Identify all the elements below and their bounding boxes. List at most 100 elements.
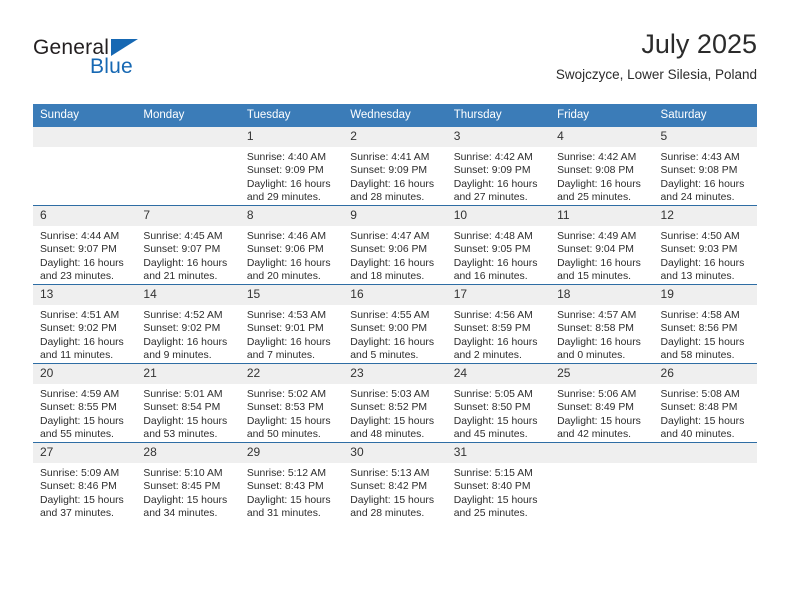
- day-cell[interactable]: 26 Sunrise: 5:08 AM Sunset: 8:48 PM Dayl…: [653, 363, 757, 443]
- sunrise-line: Sunrise: 4:44 AM: [40, 231, 120, 242]
- day-cell[interactable]: 2 Sunrise: 4:41 AM Sunset: 9:09 PM Dayli…: [343, 127, 447, 206]
- sunset-line: Sunset: 9:02 PM: [40, 323, 117, 335]
- daylight-line: Daylight: 16 hours and 9 minutes.: [143, 336, 228, 362]
- sunset-line: Sunset: 8:52 PM: [350, 402, 428, 414]
- daylight-line: Daylight: 15 hours and 40 minutes.: [660, 415, 745, 441]
- sunrise-line: Sunrise: 5:03 AM: [350, 389, 430, 400]
- day-details: Sunrise: 4:49 AM Sunset: 9:04 PM Dayligh…: [550, 226, 653, 284]
- daylight-line: Daylight: 15 hours and 58 minutes.: [660, 336, 745, 362]
- day-cell[interactable]: 24 Sunrise: 5:05 AM Sunset: 8:50 PM Dayl…: [446, 363, 551, 443]
- day-cell[interactable]: 9 Sunrise: 4:47 AM Sunset: 9:06 PM Dayli…: [343, 205, 447, 285]
- day-number: 12: [653, 206, 757, 226]
- day-cell[interactable]: 1 Sunrise: 4:40 AM Sunset: 9:09 PM Dayli…: [239, 127, 344, 206]
- day-cell[interactable]: 12 Sunrise: 4:50 AM Sunset: 9:03 PM Dayl…: [653, 205, 757, 285]
- day-cell[interactable]: 18 Sunrise: 4:57 AM Sunset: 8:58 PM Dayl…: [550, 284, 654, 364]
- day-cell[interactable]: 16 Sunrise: 4:55 AM Sunset: 9:00 PM Dayl…: [343, 284, 447, 364]
- sunrise-line: Sunrise: 4:52 AM: [143, 310, 223, 321]
- day-cell[interactable]: 22 Sunrise: 5:02 AM Sunset: 8:53 PM Dayl…: [239, 363, 344, 443]
- sunset-line: Sunset: 8:55 PM: [40, 402, 117, 414]
- day-number: 11: [550, 206, 654, 226]
- day-cell[interactable]: [550, 442, 654, 521]
- day-cell[interactable]: 11 Sunrise: 4:49 AM Sunset: 9:04 PM Dayl…: [550, 205, 654, 285]
- day-cell[interactable]: 23 Sunrise: 5:03 AM Sunset: 8:52 PM Dayl…: [343, 363, 447, 443]
- day-cell[interactable]: 20 Sunrise: 4:59 AM Sunset: 8:55 PM Dayl…: [33, 363, 137, 443]
- day-cell[interactable]: 4 Sunrise: 4:42 AM Sunset: 9:08 PM Dayli…: [550, 127, 654, 206]
- day-cell[interactable]: 7 Sunrise: 4:45 AM Sunset: 9:07 PM Dayli…: [136, 205, 240, 285]
- sunrise-line: Sunrise: 5:08 AM: [660, 389, 740, 400]
- day-cell[interactable]: 15 Sunrise: 4:53 AM Sunset: 9:01 PM Dayl…: [239, 284, 344, 364]
- sunset-line: Sunset: 8:54 PM: [143, 402, 221, 414]
- daylight-line: Daylight: 15 hours and 48 minutes.: [350, 415, 435, 441]
- weekday-header-sunday: Sunday: [33, 104, 137, 127]
- day-number: 27: [33, 443, 137, 463]
- weekday-header-tuesday: Tuesday: [239, 104, 344, 127]
- day-cell[interactable]: 13 Sunrise: 4:51 AM Sunset: 9:02 PM Dayl…: [33, 284, 137, 364]
- daylight-line: Daylight: 15 hours and 55 minutes.: [40, 415, 124, 441]
- daylight-line: Daylight: 16 hours and 27 minutes.: [453, 178, 538, 204]
- day-details: Sunrise: 4:43 AM Sunset: 9:08 PM Dayligh…: [654, 147, 757, 205]
- day-cell[interactable]: 6 Sunrise: 4:44 AM Sunset: 9:07 PM Dayli…: [33, 205, 137, 285]
- day-number: 6: [33, 206, 137, 226]
- sunset-line: Sunset: 8:58 PM: [557, 323, 634, 335]
- day-details: Sunrise: 4:46 AM Sunset: 9:06 PM Dayligh…: [240, 226, 343, 284]
- week-row: 6 Sunrise: 4:44 AM Sunset: 9:07 PM Dayli…: [33, 205, 757, 285]
- day-cell[interactable]: 17 Sunrise: 4:56 AM Sunset: 8:59 PM Dayl…: [446, 284, 551, 364]
- day-number: 14: [136, 285, 240, 305]
- sunrise-line: Sunrise: 5:05 AM: [453, 389, 533, 400]
- sunset-line: Sunset: 8:42 PM: [350, 481, 428, 493]
- day-cell[interactable]: 28 Sunrise: 5:10 AM Sunset: 8:45 PM Dayl…: [136, 442, 240, 521]
- sunrise-line: Sunrise: 4:50 AM: [660, 231, 740, 242]
- day-cell[interactable]: [136, 127, 240, 206]
- daylight-line: Daylight: 16 hours and 28 minutes.: [350, 178, 435, 204]
- day-number: 15: [239, 285, 344, 305]
- daylight-line: Daylight: 15 hours and 25 minutes.: [453, 494, 538, 520]
- day-details: Sunrise: 4:41 AM Sunset: 9:09 PM Dayligh…: [343, 147, 446, 205]
- sunrise-line: Sunrise: 4:49 AM: [557, 231, 637, 242]
- day-cell[interactable]: 5 Sunrise: 4:43 AM Sunset: 9:08 PM Dayli…: [653, 127, 757, 206]
- day-cell[interactable]: 25 Sunrise: 5:06 AM Sunset: 8:49 PM Dayl…: [550, 363, 654, 443]
- daylight-line: Daylight: 16 hours and 23 minutes.: [40, 257, 124, 283]
- sunset-line: Sunset: 9:03 PM: [660, 244, 738, 256]
- day-details: Sunrise: 4:55 AM Sunset: 9:00 PM Dayligh…: [343, 305, 446, 363]
- day-cell[interactable]: 8 Sunrise: 4:46 AM Sunset: 9:06 PM Dayli…: [239, 205, 344, 285]
- day-cell[interactable]: 19 Sunrise: 4:58 AM Sunset: 8:56 PM Dayl…: [653, 284, 757, 364]
- day-details: Sunrise: 5:03 AM Sunset: 8:52 PM Dayligh…: [343, 384, 446, 442]
- day-number: [33, 127, 137, 147]
- day-details: Sunrise: 5:01 AM Sunset: 8:54 PM Dayligh…: [136, 384, 239, 442]
- day-number: 3: [446, 127, 551, 147]
- daylight-line: Daylight: 16 hours and 0 minutes.: [557, 336, 641, 362]
- day-number: 28: [136, 443, 240, 463]
- daylight-line: Daylight: 16 hours and 24 minutes.: [660, 178, 745, 204]
- day-number: 26: [653, 364, 757, 384]
- day-cell[interactable]: 30 Sunrise: 5:13 AM Sunset: 8:42 PM Dayl…: [343, 442, 447, 521]
- day-number: 17: [446, 285, 551, 305]
- day-number: 19: [653, 285, 757, 305]
- daylight-line: Daylight: 15 hours and 31 minutes.: [246, 494, 331, 520]
- day-cell[interactable]: 21 Sunrise: 5:01 AM Sunset: 8:54 PM Dayl…: [136, 363, 240, 443]
- week-row: 27 Sunrise: 5:09 AM Sunset: 8:46 PM Dayl…: [33, 442, 757, 521]
- day-cell[interactable]: 27 Sunrise: 5:09 AM Sunset: 8:46 PM Dayl…: [33, 442, 137, 521]
- day-cell[interactable]: 3 Sunrise: 4:42 AM Sunset: 9:09 PM Dayli…: [446, 127, 551, 206]
- sunrise-sunset-calendar: Sunday Monday Tuesday Wednesday Thursday…: [33, 104, 757, 521]
- sunset-line: Sunset: 9:07 PM: [40, 244, 117, 256]
- day-number: [550, 443, 654, 463]
- day-cell[interactable]: 14 Sunrise: 4:52 AM Sunset: 9:02 PM Dayl…: [136, 284, 240, 364]
- day-cell[interactable]: 31 Sunrise: 5:15 AM Sunset: 8:40 PM Dayl…: [446, 442, 551, 521]
- title-block: July 2025 Swojczyce, Lower Silesia, Pola…: [556, 28, 757, 83]
- daylight-line: Daylight: 16 hours and 25 minutes.: [557, 178, 641, 204]
- general-blue-logo[interactable]: General Blue: [33, 36, 253, 88]
- day-cell[interactable]: [653, 442, 757, 521]
- sunset-line: Sunset: 8:45 PM: [143, 481, 221, 493]
- day-number: 30: [343, 443, 447, 463]
- day-cell[interactable]: 29 Sunrise: 5:12 AM Sunset: 8:43 PM Dayl…: [239, 442, 344, 521]
- day-cell[interactable]: 10 Sunrise: 4:48 AM Sunset: 9:05 PM Dayl…: [446, 205, 551, 285]
- day-details: [654, 463, 757, 467]
- sunset-line: Sunset: 8:43 PM: [246, 481, 324, 493]
- daylight-line: Daylight: 15 hours and 37 minutes.: [40, 494, 124, 520]
- weekday-header-thursday: Thursday: [446, 104, 551, 127]
- page-subtitle: Swojczyce, Lower Silesia, Poland: [555, 67, 757, 82]
- logo-text-blue: Blue: [90, 55, 133, 78]
- calendar-page: General Blue July 2025 Swojczyce, Lower …: [0, 0, 792, 612]
- day-cell[interactable]: [33, 127, 137, 206]
- calendar-body: 1 Sunrise: 4:40 AM Sunset: 9:09 PM Dayli…: [33, 127, 757, 521]
